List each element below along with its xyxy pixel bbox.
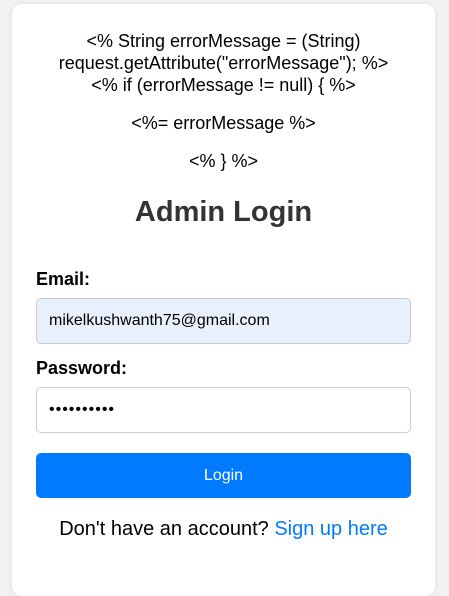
jsp-line: <% String errorMessage = (String) bbox=[86, 31, 361, 51]
signup-prompt-text: Don't have an account? bbox=[59, 518, 269, 540]
page-title: Admin Login bbox=[134, 196, 313, 228]
jsp-line: <%= errorMessage %> bbox=[131, 113, 316, 133]
signup-link[interactable]: Sign up here bbox=[274, 518, 387, 540]
login-card: <% String errorMessage = (String) reques… bbox=[12, 4, 435, 596]
login-button[interactable]: Login bbox=[36, 453, 411, 498]
email-field[interactable] bbox=[36, 298, 411, 344]
email-label: Email: bbox=[36, 269, 91, 289]
raw-jsp-code: <% String errorMessage = (String) reques… bbox=[36, 30, 411, 172]
password-label: Password: bbox=[36, 358, 128, 378]
signup-prompt: Don't have an account? Sign up here bbox=[36, 518, 411, 541]
jsp-line: <% } %> bbox=[188, 151, 259, 171]
jsp-line: request.getAttribute("errorMessage"); %> bbox=[58, 53, 389, 73]
password-field[interactable] bbox=[36, 387, 411, 433]
jsp-line: <% if (errorMessage != null) { %> bbox=[91, 75, 356, 95]
